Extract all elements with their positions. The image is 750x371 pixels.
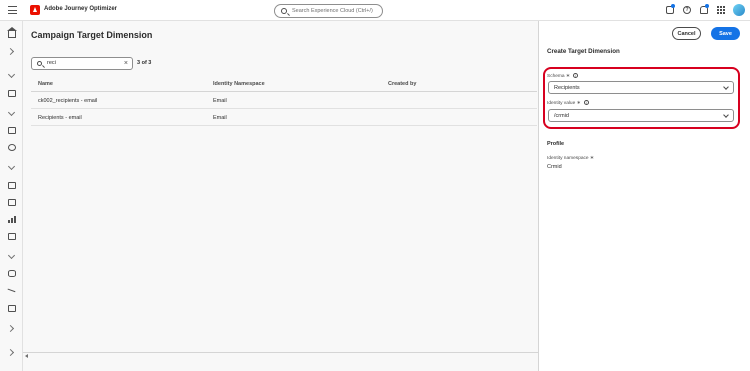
folder-icon[interactable] <box>8 233 16 240</box>
info-icon[interactable]: i <box>572 73 578 78</box>
menu-icon[interactable] <box>8 6 17 14</box>
chevron-down-icon[interactable] <box>7 251 16 260</box>
bar-chart-icon[interactable] <box>8 216 16 223</box>
save-button[interactable]: Save <box>711 27 740 40</box>
top-bar: Adobe Journey Optimizer Search Experienc… <box>0 0 750 21</box>
cell-name: Recipients - email <box>38 115 82 121</box>
create-target-dimension-panel: Cancel Save Create Target Dimension Sche… <box>538 21 750 371</box>
table-row[interactable]: Recipients - email Email <box>31 109 537 126</box>
cancel-button[interactable]: Cancel <box>672 27 701 40</box>
clear-icon[interactable]: × <box>124 59 128 68</box>
profile-heading: Profile <box>547 141 565 147</box>
result-count: 3 of 3 <box>137 60 152 66</box>
flows-icon[interactable] <box>8 182 16 189</box>
filter-search-input[interactable]: reci × <box>31 57 133 70</box>
search-icon <box>281 8 287 14</box>
monitor-icon[interactable] <box>8 305 16 312</box>
identity-label-text: Identity value ∗ <box>547 100 581 106</box>
list-icon[interactable] <box>8 127 16 134</box>
identity-namespace-label: Identity namespace ∗ <box>547 156 594 161</box>
identity-value-label: Identity value ∗ i <box>547 100 589 106</box>
chevron-down-icon[interactable] <box>7 70 16 79</box>
apps-grid-icon[interactable] <box>717 6 725 14</box>
avatar[interactable] <box>733 4 745 16</box>
chevron-down-icon <box>723 84 729 90</box>
column-header-created-by[interactable]: Created by <box>388 81 416 87</box>
column-header-name[interactable]: Name <box>38 81 53 87</box>
bell-badge <box>705 4 709 8</box>
schema-select[interactable]: Recipients <box>548 81 734 94</box>
chevron-down-icon[interactable] <box>7 162 16 171</box>
cell-namespace: Email <box>213 98 227 104</box>
chevron-down-icon[interactable] <box>7 108 16 117</box>
filter-value: reci <box>47 60 56 66</box>
table-icon[interactable] <box>8 199 16 206</box>
schema-label: Schema ∗ i <box>547 73 578 79</box>
table-row[interactable]: ck002_recipients - email Email <box>31 92 537 109</box>
chevron-right-icon[interactable] <box>6 348 15 357</box>
global-search-input[interactable]: Search Experience Cloud (Ctrl+/) <box>274 4 383 18</box>
chevron-right-icon[interactable] <box>6 47 15 56</box>
schema-value: Recipients <box>554 85 580 91</box>
notification-dot <box>671 4 675 8</box>
chevron-down-icon <box>723 112 729 118</box>
collapse-left-icon[interactable] <box>25 354 28 358</box>
identity-value-select[interactable]: /crmid <box>548 109 734 122</box>
identity-namespace-value: Crmid <box>547 164 562 170</box>
help-icon[interactable]: ? <box>683 6 691 14</box>
app-title: Adobe Journey Optimizer <box>44 6 118 12</box>
target-dimension-table: Name Identity Namespace Created by ck002… <box>31 76 537 126</box>
bottom-divider <box>23 352 538 353</box>
connector-icon[interactable] <box>7 285 17 293</box>
info-icon[interactable]: i <box>583 100 589 105</box>
column-header-namespace[interactable]: Identity Namespace <box>213 81 265 87</box>
panel-title: Create Target Dimension <box>547 48 620 55</box>
cell-namespace: Email <box>213 115 227 121</box>
target-icon[interactable] <box>8 144 16 151</box>
page-title: Campaign Target Dimension <box>31 30 153 40</box>
search-icon <box>37 61 42 66</box>
search-placeholder: Search Experience Cloud (Ctrl+/) <box>292 8 373 14</box>
cell-name: ck002_recipients - email <box>38 98 98 104</box>
home-icon[interactable] <box>7 27 17 38</box>
identity-value: /crmid <box>554 113 569 119</box>
left-rail <box>0 21 23 371</box>
adobe-logo <box>30 5 40 15</box>
table-icon[interactable] <box>8 90 16 97</box>
chevron-right-icon[interactable] <box>6 324 15 333</box>
schema-label-text: Schema ∗ <box>547 73 570 79</box>
table-header: Name Identity Namespace Created by <box>31 76 537 92</box>
database-icon[interactable] <box>8 270 16 277</box>
